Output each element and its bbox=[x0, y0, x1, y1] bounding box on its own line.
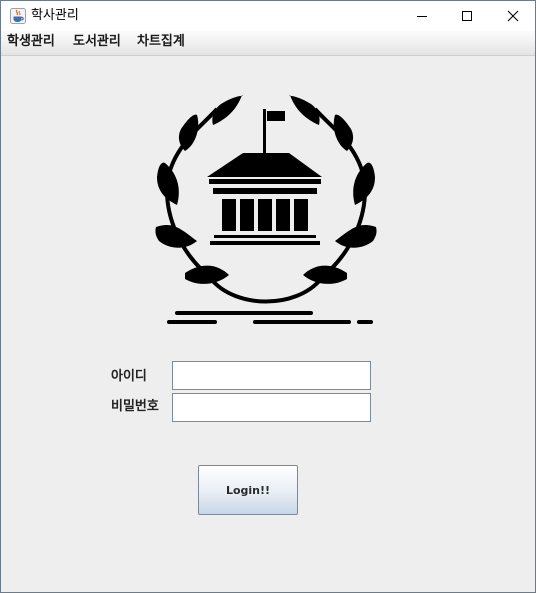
close-icon bbox=[507, 10, 519, 22]
password-input[interactable] bbox=[172, 393, 371, 422]
maximize-button[interactable] bbox=[444, 1, 490, 31]
close-button[interactable] bbox=[490, 1, 536, 31]
menu-library-management[interactable]: 도서관리 bbox=[73, 34, 121, 50]
minimize-icon bbox=[417, 16, 427, 17]
login-button[interactable]: Login!! bbox=[198, 465, 298, 515]
id-label: 아이디 bbox=[111, 369, 147, 384]
menu-chart-statistics[interactable]: 차트집계 bbox=[137, 34, 185, 50]
id-input[interactable] bbox=[172, 361, 371, 390]
window-title: 학사관리 bbox=[31, 8, 79, 23]
java-coffee-icon bbox=[10, 8, 26, 24]
menu-student-management[interactable]: 학생관리 bbox=[7, 34, 55, 50]
password-label: 비밀번호 bbox=[111, 399, 159, 414]
app-window: 학사관리 학생관리 도서관리 차트집계 아이디 비밀번호 Login!! bbox=[0, 0, 536, 593]
title-bar[interactable]: 학사관리 bbox=[1, 1, 535, 31]
minimize-button[interactable] bbox=[399, 1, 445, 31]
university-laurel-emblem bbox=[155, 95, 377, 324]
maximize-icon bbox=[462, 11, 472, 21]
menu-bar: 학생관리 도서관리 차트집계 bbox=[1, 31, 535, 56]
